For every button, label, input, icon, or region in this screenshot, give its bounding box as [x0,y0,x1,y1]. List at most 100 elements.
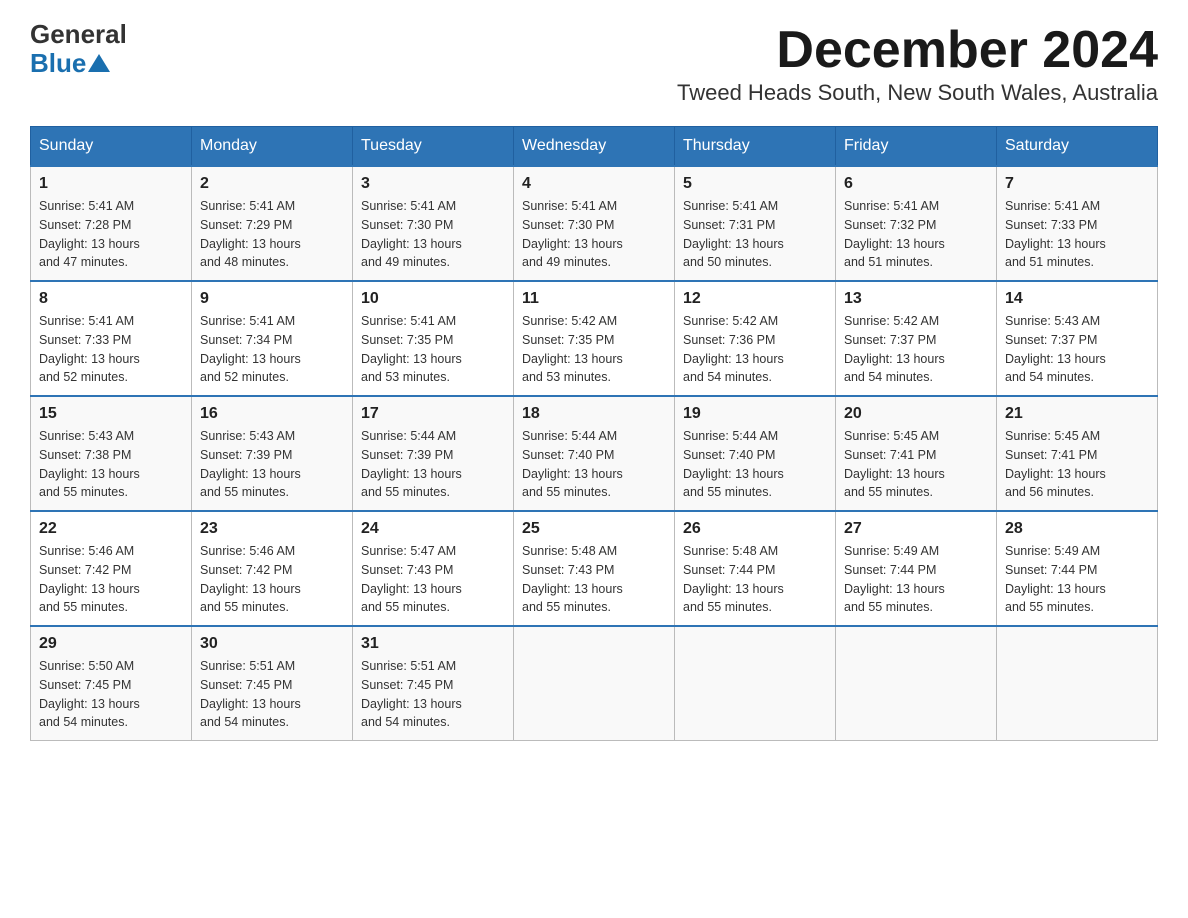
day-info: Sunrise: 5:43 AMSunset: 7:37 PMDaylight:… [1005,312,1149,387]
calendar-cell: 7 Sunrise: 5:41 AMSunset: 7:33 PMDaylight… [997,166,1158,281]
day-number: 13 [844,290,988,308]
calendar-cell: 2Sunrise: 5:41 AMSunset: 7:29 PMDaylight… [192,166,353,281]
day-info: Sunrise: 5:43 AMSunset: 7:38 PMDaylight:… [39,427,183,502]
calendar-cell: 30 Sunrise: 5:51 AMSunset: 7:45 PMDayligh… [192,626,353,741]
day-info: Sunrise: 5:45 AMSunset: 7:41 PMDaylight:… [1005,427,1149,502]
day-number: 16 [200,405,344,423]
day-number: 22 [39,520,183,538]
weekday-header-sunday: Sunday [31,127,192,167]
calendar-cell: 14 Sunrise: 5:43 AMSunset: 7:37 PMDayligh… [997,281,1158,396]
day-info: Sunrise: 5:47 AMSunset: 7:43 PMDaylight:… [361,542,505,617]
week-row-1: 1 Sunrise: 5:41 AMSunset: 7:28 PMDaylight… [31,166,1158,281]
weekday-header-wednesday: Wednesday [514,127,675,167]
calendar-cell: 8Sunrise: 5:41 AMSunset: 7:33 PMDaylight… [31,281,192,396]
weekday-header-row: SundayMondayTuesdayWednesdayThursdayFrid… [31,127,1158,167]
calendar-cell: 6 Sunrise: 5:41 AMSunset: 7:32 PMDaylight… [836,166,997,281]
day-number: 24 [361,520,505,538]
day-info: Sunrise: 5:45 AMSunset: 7:41 PMDaylight:… [844,427,988,502]
calendar-cell: 9Sunrise: 5:41 AMSunset: 7:34 PMDaylight… [192,281,353,396]
week-row-4: 22 Sunrise: 5:46 AMSunset: 7:42 PMDayligh… [31,511,1158,626]
day-info: Sunrise: 5:49 AMSunset: 7:44 PMDaylight:… [1005,542,1149,617]
day-info: Sunrise: 5:49 AMSunset: 7:44 PMDaylight:… [844,542,988,617]
day-info: Sunrise: 5:46 AMSunset: 7:42 PMDaylight:… [39,542,183,617]
day-number: 15 [39,405,183,423]
calendar-cell: 4 Sunrise: 5:41 AMSunset: 7:30 PMDaylight… [514,166,675,281]
day-number: 3 [361,175,505,193]
day-info: Sunrise: 5:41 AMSunset: 7:30 PMDaylight:… [522,197,666,272]
day-info: Sunrise: 5:51 AMSunset: 7:45 PMDaylight:… [200,657,344,732]
calendar-cell [514,626,675,741]
weekday-header-tuesday: Tuesday [353,127,514,167]
day-info: Sunrise: 5:41 AMSunset: 7:31 PMDaylight:… [683,197,827,272]
logo-blue-text: Blue [30,49,86,78]
day-number: 19 [683,405,827,423]
day-info: Sunrise: 5:41 AMSunset: 7:33 PMDaylight:… [39,312,183,387]
day-number: 20 [844,405,988,423]
calendar-cell: 19 Sunrise: 5:44 AMSunset: 7:40 PMDayligh… [675,396,836,511]
day-info: Sunrise: 5:42 AMSunset: 7:37 PMDaylight:… [844,312,988,387]
calendar-cell: 26Sunrise: 5:48 AMSunset: 7:44 PMDayligh… [675,511,836,626]
title-block: December 2024 Tweed Heads South, New Sou… [677,20,1158,118]
day-number: 1 [39,175,183,193]
calendar-cell: 5 Sunrise: 5:41 AMSunset: 7:31 PMDaylight… [675,166,836,281]
calendar-cell: 13 Sunrise: 5:42 AMSunset: 7:37 PMDayligh… [836,281,997,396]
weekday-header-friday: Friday [836,127,997,167]
calendar-cell [675,626,836,741]
day-number: 21 [1005,405,1149,423]
calendar-cell: 10 Sunrise: 5:41 AMSunset: 7:35 PMDayligh… [353,281,514,396]
day-info: Sunrise: 5:48 AMSunset: 7:44 PMDaylight:… [683,542,827,617]
day-number: 9 [200,290,344,308]
week-row-2: 8Sunrise: 5:41 AMSunset: 7:33 PMDaylight… [31,281,1158,396]
day-number: 29 [39,635,183,653]
day-number: 18 [522,405,666,423]
calendar-cell: 16 Sunrise: 5:43 AMSunset: 7:39 PMDayligh… [192,396,353,511]
day-number: 27 [844,520,988,538]
day-info: Sunrise: 5:42 AMSunset: 7:36 PMDaylight:… [683,312,827,387]
weekday-header-thursday: Thursday [675,127,836,167]
day-info: Sunrise: 5:41 AMSunset: 7:32 PMDaylight:… [844,197,988,272]
calendar-cell [836,626,997,741]
weekday-header-monday: Monday [192,127,353,167]
page-header: General Blue December 2024 Tweed Heads S… [30,20,1158,118]
day-number: 12 [683,290,827,308]
logo-triangle-icon [88,52,110,74]
calendar-cell: 22 Sunrise: 5:46 AMSunset: 7:42 PMDayligh… [31,511,192,626]
calendar-table: SundayMondayTuesdayWednesdayThursdayFrid… [30,126,1158,741]
calendar-cell: 25 Sunrise: 5:48 AMSunset: 7:43 PMDayligh… [514,511,675,626]
calendar-cell: 1 Sunrise: 5:41 AMSunset: 7:28 PMDaylight… [31,166,192,281]
day-info: Sunrise: 5:41 AMSunset: 7:33 PMDaylight:… [1005,197,1149,272]
day-number: 28 [1005,520,1149,538]
calendar-cell [997,626,1158,741]
month-title: December 2024 [677,20,1158,80]
day-info: Sunrise: 5:41 AMSunset: 7:28 PMDaylight:… [39,197,183,272]
day-number: 25 [522,520,666,538]
day-number: 10 [361,290,505,308]
day-number: 30 [200,635,344,653]
calendar-cell: 11Sunrise: 5:42 AMSunset: 7:35 PMDayligh… [514,281,675,396]
day-info: Sunrise: 5:41 AMSunset: 7:35 PMDaylight:… [361,312,505,387]
day-info: Sunrise: 5:48 AMSunset: 7:43 PMDaylight:… [522,542,666,617]
calendar-cell: 23Sunrise: 5:46 AMSunset: 7:42 PMDayligh… [192,511,353,626]
day-info: Sunrise: 5:44 AMSunset: 7:39 PMDaylight:… [361,427,505,502]
day-info: Sunrise: 5:44 AMSunset: 7:40 PMDaylight:… [683,427,827,502]
calendar-cell: 24 Sunrise: 5:47 AMSunset: 7:43 PMDayligh… [353,511,514,626]
day-number: 14 [1005,290,1149,308]
day-info: Sunrise: 5:42 AMSunset: 7:35 PMDaylight:… [522,312,666,387]
day-number: 4 [522,175,666,193]
day-number: 31 [361,635,505,653]
day-info: Sunrise: 5:46 AMSunset: 7:42 PMDaylight:… [200,542,344,617]
calendar-cell: 27 Sunrise: 5:49 AMSunset: 7:44 PMDayligh… [836,511,997,626]
day-info: Sunrise: 5:41 AMSunset: 7:30 PMDaylight:… [361,197,505,272]
weekday-header-saturday: Saturday [997,127,1158,167]
day-number: 7 [1005,175,1149,193]
day-number: 6 [844,175,988,193]
calendar-cell: 18Sunrise: 5:44 AMSunset: 7:40 PMDayligh… [514,396,675,511]
day-number: 17 [361,405,505,423]
calendar-cell: 31Sunrise: 5:51 AMSunset: 7:45 PMDayligh… [353,626,514,741]
logo: General Blue [30,20,127,77]
day-info: Sunrise: 5:43 AMSunset: 7:39 PMDaylight:… [200,427,344,502]
week-row-3: 15 Sunrise: 5:43 AMSunset: 7:38 PMDayligh… [31,396,1158,511]
logo-general: General [30,20,127,49]
day-number: 5 [683,175,827,193]
day-info: Sunrise: 5:41 AMSunset: 7:29 PMDaylight:… [200,197,344,272]
